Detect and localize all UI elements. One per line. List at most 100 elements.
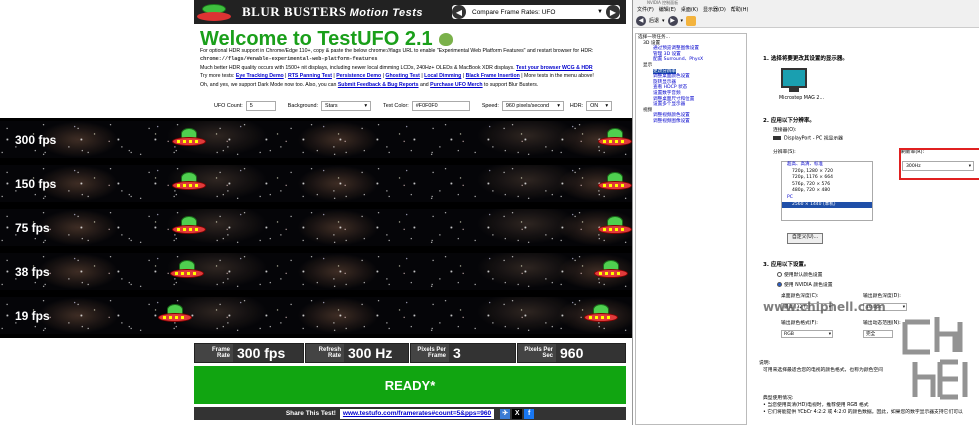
refresh-rate-value: 300Hz [906, 164, 921, 169]
frame-rate-value: 300 fps [233, 344, 303, 362]
testufo-page: BLUR BUSTERS Motion Tests ◀ Compare Frame… [0, 0, 632, 425]
back-label[interactable]: 后退 [649, 17, 659, 24]
menu-bar: 文件(F) 编辑(E) 桌面(K) 显示器(D) 帮助(H) [633, 5, 979, 14]
refresh-rate-value: 300 Hz [344, 344, 408, 362]
compare-select-value[interactable]: Compare Frame Rates: UFO [466, 9, 597, 16]
hdr-select[interactable]: ON ▾ [586, 101, 613, 111]
radio-icon[interactable] [777, 272, 782, 277]
ufo-icon [584, 304, 618, 326]
share-label: Share This Test! [285, 410, 336, 417]
ghosting-link[interactable]: Ghosting Test [385, 73, 420, 79]
resolution-option[interactable]: 480p, 720 × 480 [782, 188, 872, 195]
output-range-select[interactable]: 完全 [863, 330, 893, 338]
lane-fps-label: 75 fps [15, 221, 50, 235]
tree-item[interactable]: 调整视频图像设置 [643, 119, 744, 125]
menu-file[interactable]: 文件(F) [637, 6, 654, 13]
more-tests-line: Try more tests: Eye Tracking Demo | RTS … [200, 73, 594, 80]
persistence-link[interactable]: Persistence Demo [336, 73, 381, 79]
chrome-flags-url[interactable]: chrome://flags/#enable-experimental-web-… [200, 55, 624, 63]
lane-150fps: 150 fps [0, 165, 632, 202]
site-title[interactable]: BLUR BUSTERS Motion Tests [242, 4, 423, 20]
ufo-icon [598, 172, 632, 194]
local-dimming-link[interactable]: Local Dimming [424, 73, 461, 79]
frame-rate-stat: Frame Rate 300 fps [194, 343, 304, 363]
bluesky-icon[interactable]: ✈ [500, 408, 511, 419]
resolution-group-header: PC [787, 194, 793, 200]
compare-test-select[interactable]: ◀ Compare Frame Rates: UFO ▼ ▶ [452, 5, 620, 19]
ppf-key: Pixels Per Frame [417, 346, 446, 360]
feedback-link[interactable]: Submit Feedback & Bug Reports [338, 82, 419, 88]
merch-link[interactable]: Purchase UFO Merch [430, 82, 482, 88]
forward-icon[interactable]: ▶ [667, 15, 678, 26]
speed-value: 960 pixels/second [505, 103, 550, 109]
chevron-down-icon[interactable]: ▾ [681, 18, 684, 24]
share-url[interactable]: www.testufo.com/framerates#count=5&pps=9… [339, 408, 495, 419]
resolution-list[interactable]: 超高、高清、标准 720p, 1280 × 720 720p, 1176 × 6… [781, 161, 873, 221]
menu-edit[interactable]: 编辑(E) [659, 6, 676, 13]
lane-fps-label: 38 fps [15, 265, 50, 279]
custom-resolution-button[interactable]: 自定义(U)... [787, 233, 824, 244]
ufo-icon [158, 304, 192, 326]
refresh-rate-select[interactable]: 300Hz ▾ [902, 161, 974, 171]
back-icon[interactable]: ◀ [636, 15, 646, 26]
nvidia-color-radio[interactable]: 使用 NVIDIA 颜色设置 [777, 282, 833, 290]
text-color-input[interactable]: #F0F0F0 [411, 101, 470, 111]
output-range-value: 完全 [866, 332, 876, 337]
section-resolution: 2. 应用以下分辨率。 [763, 118, 815, 124]
hdr-value: ON [590, 103, 599, 109]
monitor-icon[interactable] [781, 68, 807, 88]
lane-75fps: 75 fps [0, 209, 632, 246]
pps-value: 960 [556, 344, 625, 362]
usage-title: 典型使用情况: [763, 396, 794, 401]
output-format-select[interactable]: RGB ▾ [781, 330, 833, 338]
default-color-radio[interactable]: 使用默认颜色设置 [777, 272, 822, 280]
ufo-count-label: UFO Count: [214, 103, 243, 109]
speed-select[interactable]: 960 pixels/second ▾ [501, 101, 564, 111]
test-wcg-hdr-link[interactable]: Test your browser WCG & HDR [516, 65, 593, 71]
radio-selected-icon[interactable] [777, 282, 782, 287]
background-select[interactable]: Stars ▾ [321, 101, 372, 111]
ufo-logo-icon[interactable] [194, 0, 234, 24]
menu-desktop[interactable]: 桌面(K) [681, 6, 698, 13]
chevron-down-icon: ▾ [364, 103, 368, 109]
resolution-option-selected[interactable]: 2560 × 1440 (本机) [782, 201, 872, 209]
next-test-icon[interactable]: ▶ [606, 5, 620, 19]
resolution-option[interactable]: 720p, 1176 × 664 [782, 175, 872, 182]
lane-19fps: 19 fps [0, 297, 632, 334]
pixels-per-frame-stat: Pixels Per Frame 3 [410, 343, 516, 363]
dark-mode-suffix: to support Blur Busters. [484, 81, 539, 88]
prev-test-icon[interactable]: ◀ [452, 5, 466, 19]
eye-tracking-link[interactable]: Eye Tracking Demo [236, 73, 284, 79]
chevron-down-icon: ▾ [557, 103, 560, 109]
menu-display[interactable]: 显示器(D) [703, 6, 726, 13]
frame-rate-key: Frame Rate [211, 346, 230, 360]
refresh-rate-key: Refresh Rate [318, 346, 341, 360]
ufo-count-input[interactable]: 5 [245, 101, 276, 111]
hdr-label: HDR: [569, 103, 584, 109]
resolution-group-header: 超高、高清、标准 [787, 162, 823, 167]
tree-item-change-resolution[interactable]: 更改分辨率 [653, 68, 676, 74]
connector-text: DisplayPort - PC 视显示器 [784, 136, 843, 142]
connector-label: 连接器(O): [773, 128, 797, 133]
bfi-link[interactable]: Black Frame Insertion [466, 73, 520, 79]
dark-mode-line: Oh, and yes, we support Dark Mode now to… [200, 81, 624, 89]
home-icon[interactable] [686, 15, 697, 26]
facebook-icon[interactable]: f [524, 408, 535, 419]
intro-text: For optional HDR support in Chrome/Edge … [200, 47, 624, 89]
more-tests-suffix: More tests in the menu above! [524, 73, 594, 80]
ufo-icon [598, 128, 632, 150]
lane-38fps: 38 fps [0, 253, 632, 290]
ufo-icon [172, 172, 206, 194]
dark-mode-prefix: Oh, and yes, we support Dark Mode now to… [200, 81, 337, 88]
chevron-down-icon[interactable]: ▾ [662, 18, 665, 24]
hdr-quality-note: Much better HDR quality occurs with 1500… [200, 64, 624, 72]
resolution-label: 分辨率(S): [773, 150, 796, 155]
rts-panning-link[interactable]: RTS Panning Test [288, 73, 332, 79]
menu-help[interactable]: 帮助(H) [731, 6, 749, 13]
x-icon[interactable]: X [512, 408, 523, 419]
default-color-label: 使用默认颜色设置 [784, 273, 823, 278]
dark-mode-mid: and [420, 81, 429, 88]
ppf-value: 3 [449, 344, 515, 362]
lane-fps-label: 19 fps [15, 309, 50, 323]
toolbar: ◀ 后退 ▾ ▶ ▾ [633, 14, 979, 28]
